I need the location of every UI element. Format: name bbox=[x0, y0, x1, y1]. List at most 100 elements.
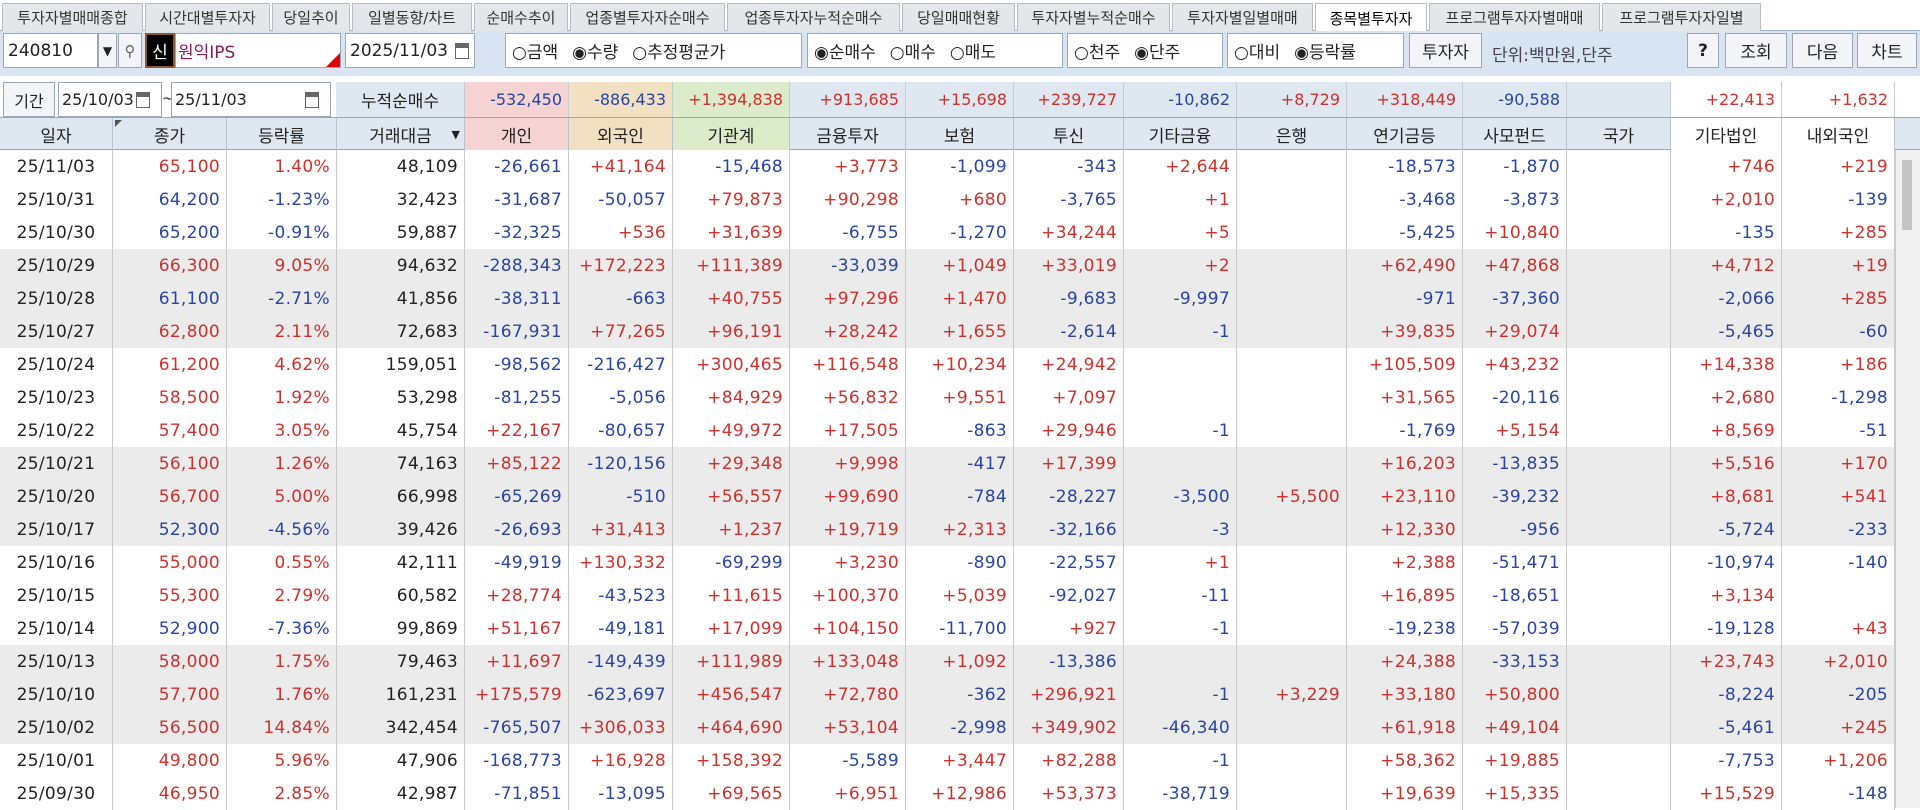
table-row[interactable]: 25/10/01 49,800 5.96% 47,906 -168,773 +16,928… bbox=[0, 744, 1895, 777]
column-header-4[interactable]: 개인 bbox=[465, 118, 569, 150]
table-row[interactable]: 25/10/10 57,700 1.76% 161,231 +175,579 -623,6… bbox=[0, 678, 1895, 711]
radio-option[interactable]: ◉단주 bbox=[1134, 38, 1180, 63]
column-header-7[interactable]: 금융투자 bbox=[790, 118, 906, 150]
column-header-1[interactable]: 종가 bbox=[113, 118, 227, 150]
date-input[interactable]: 2025/11/03 bbox=[345, 33, 475, 68]
column-header-16[interactable]: 내외국인 bbox=[1782, 118, 1895, 150]
radio-option[interactable]: ◉수량 bbox=[572, 38, 618, 63]
help-button[interactable]: ? bbox=[1687, 33, 1719, 68]
table-row[interactable]: 25/10/02 56,500 14.84% 342,454 -765,507 +306,… bbox=[0, 711, 1895, 744]
cell-내외국인: -1,298 bbox=[1782, 381, 1895, 414]
radio-option[interactable]: ○대비 bbox=[1234, 38, 1280, 63]
cell-등락률: 1.26% bbox=[227, 447, 337, 480]
next-button[interactable]: 다음 bbox=[1792, 33, 1853, 68]
cell-은행: +3,229 bbox=[1237, 678, 1347, 711]
radio-option[interactable]: ○매수 bbox=[890, 38, 936, 63]
search-button[interactable]: ⚲ bbox=[118, 33, 142, 68]
column-header-8[interactable]: 보험 bbox=[906, 118, 1014, 150]
tab-10[interactable]: 종목별투자자 bbox=[1315, 3, 1427, 32]
radio-option[interactable]: ◉등락률 bbox=[1294, 38, 1356, 63]
tab-8[interactable]: 투자자별누적순매수 bbox=[1017, 3, 1170, 31]
tab-2[interactable]: 당일추이 bbox=[272, 3, 350, 31]
cell-등락률: 1.76% bbox=[227, 678, 337, 711]
period-to-input[interactable]: 25/11/03 bbox=[171, 82, 331, 117]
tab-3[interactable]: 일별동향/차트 bbox=[352, 3, 472, 31]
vertical-scrollbar[interactable] bbox=[1895, 150, 1920, 808]
table-row[interactable]: 25/11/03 65,100 1.40% 48,109 -26,661 +41,164-… bbox=[0, 150, 1895, 183]
table-row[interactable]: 25/10/24 61,200 4.62% 159,051 -98,562 -216,42… bbox=[0, 348, 1895, 381]
tab-12[interactable]: 프로그램투자자일별 bbox=[1602, 3, 1761, 31]
radio-option[interactable]: ○매도 bbox=[950, 38, 996, 63]
chart-button[interactable]: 차트 bbox=[1857, 33, 1917, 68]
radio-option[interactable]: ○금액 bbox=[512, 38, 558, 63]
cell-기타금융 bbox=[1124, 381, 1237, 414]
code-dropdown-button[interactable]: ▼ bbox=[98, 33, 117, 68]
corner-marker-icon bbox=[326, 53, 340, 67]
cell-거래대금: 94,632 bbox=[337, 249, 465, 282]
chevron-down-icon: ▼ bbox=[102, 43, 113, 58]
tab-1[interactable]: 시간대별투자자 bbox=[145, 3, 270, 31]
column-header-14[interactable]: 국가 bbox=[1567, 118, 1671, 150]
cell-개인: -26,661 bbox=[465, 150, 569, 183]
sort-dropdown-icon[interactable]: ▼ bbox=[452, 128, 460, 141]
table-row[interactable]: 25/10/27 62,800 2.11% 72,683 -167,931 +77,265… bbox=[0, 315, 1895, 348]
calendar-icon[interactable] bbox=[136, 91, 150, 108]
cell-국가 bbox=[1567, 183, 1671, 216]
column-header-12[interactable]: 연기금등 bbox=[1347, 118, 1463, 150]
column-header-3[interactable]: 거래대금 ▼ bbox=[337, 118, 465, 150]
stock-name-field[interactable]: 원익IPS bbox=[175, 33, 341, 68]
scrollbar-thumb[interactable] bbox=[1902, 160, 1912, 230]
investor-button[interactable]: 투자자 bbox=[1409, 33, 1482, 68]
cell-거래대금: 42,111 bbox=[337, 546, 465, 579]
table-row[interactable]: 25/10/21 56,100 1.26% 74,163 +85,122 -120,156… bbox=[0, 447, 1895, 480]
table-row[interactable]: 25/10/16 55,000 0.55% 42,111 -49,919 +130,332… bbox=[0, 546, 1895, 579]
tab-6[interactable]: 업종투자자누적순매수 bbox=[727, 3, 900, 31]
table-row[interactable]: 25/10/13 58,000 1.75% 79,463 +11,697 -149,439… bbox=[0, 645, 1895, 678]
tab-9[interactable]: 투자자별일별매매 bbox=[1172, 3, 1313, 31]
period-from-input[interactable]: 25/10/03 bbox=[58, 82, 162, 117]
table-row[interactable]: 25/09/30 46,950 2.85% 42,987 -71,851 -13,095 +… bbox=[0, 777, 1895, 810]
tab-0[interactable]: 투자자별매매종합 bbox=[2, 3, 143, 31]
column-header-label: 등락률 bbox=[258, 126, 305, 147]
tab-5[interactable]: 업종별투자자순매수 bbox=[570, 3, 725, 31]
table-row[interactable]: 25/10/29 66,300 9.05% 94,632 -288,343 +172,22… bbox=[0, 249, 1895, 282]
tab-7[interactable]: 당일매매현황 bbox=[902, 3, 1015, 31]
table-row[interactable]: 25/10/22 57,400 3.05% 45,754 +22,167 -80,657 +… bbox=[0, 414, 1895, 447]
radio-option[interactable]: ○천주 bbox=[1074, 38, 1120, 63]
table-row[interactable]: 25/10/14 52,900 -7.36% 99,869 +51,167 -49,181… bbox=[0, 612, 1895, 645]
calendar-icon[interactable] bbox=[305, 91, 319, 108]
radio-option[interactable]: ◉순매수 bbox=[814, 38, 876, 63]
cell-연기금등: +62,490 bbox=[1347, 249, 1463, 282]
column-header-15[interactable]: 기타법인 bbox=[1671, 118, 1782, 150]
column-header-13[interactable]: 사모펀드 bbox=[1463, 118, 1567, 150]
radio-option[interactable]: ○추정평균가 bbox=[632, 38, 725, 63]
column-header-10[interactable]: 기타금융 bbox=[1124, 118, 1237, 150]
query-button[interactable]: 조회 bbox=[1725, 33, 1787, 68]
table-row[interactable]: 25/10/15 55,300 2.79% 60,582 +28,774 -43,523 +… bbox=[0, 579, 1895, 612]
cell-사모펀드: -57,039 bbox=[1463, 612, 1567, 645]
column-header-9[interactable]: 투신 bbox=[1014, 118, 1124, 150]
date-value: 2025/11/03 bbox=[350, 40, 448, 61]
table-row[interactable]: 25/10/30 65,200 -0.91% 59,887 -32,325 +536 +31… bbox=[0, 216, 1895, 249]
cell-일자: 25/10/22 bbox=[0, 414, 113, 447]
tab-11[interactable]: 프로그램투자자별매매 bbox=[1429, 3, 1600, 31]
column-header-11[interactable]: 은행 bbox=[1237, 118, 1347, 150]
calendar-icon[interactable] bbox=[455, 42, 469, 59]
table-row[interactable]: 25/10/31 64,200 -1.23% 32,423 -31,687 -50,057… bbox=[0, 183, 1895, 216]
column-header-2[interactable]: 등락률 bbox=[227, 118, 337, 150]
table-row[interactable]: 25/10/28 61,100 -2.71% 41,856 -38,311 -663 +40… bbox=[0, 282, 1895, 315]
stock-code-input[interactable]: 240810 bbox=[3, 33, 98, 68]
table-row[interactable]: 25/10/23 58,500 1.92% 53,298 -81,255 -5,056 +8… bbox=[0, 381, 1895, 414]
cell-기타법인: +14,338 bbox=[1671, 348, 1782, 381]
table-header: 일자 종가 등락률 거래대금 ▼ 개인 외국인 기관계 금융투자 보험 투신 기타금융 은행 연기금등 사모… bbox=[0, 117, 1920, 150]
table-row[interactable]: 25/10/20 56,700 5.00% 66,998 -65,269 -510 +56,… bbox=[0, 480, 1895, 513]
column-header-6[interactable]: 기관계 bbox=[673, 118, 790, 150]
column-header-5[interactable]: 외국인 bbox=[569, 118, 673, 150]
tab-4[interactable]: 순매수추이 bbox=[474, 3, 568, 31]
cell-보험: +3,447 bbox=[906, 744, 1014, 777]
cell-기타법인: +2,680 bbox=[1671, 381, 1782, 414]
cell-국가 bbox=[1567, 381, 1671, 414]
table-row[interactable]: 25/10/17 52,300 -4.56% 39,426 -26,693 +31,413… bbox=[0, 513, 1895, 546]
column-header-0[interactable]: 일자 bbox=[0, 118, 113, 150]
column-header-label: 보험 bbox=[943, 126, 976, 147]
